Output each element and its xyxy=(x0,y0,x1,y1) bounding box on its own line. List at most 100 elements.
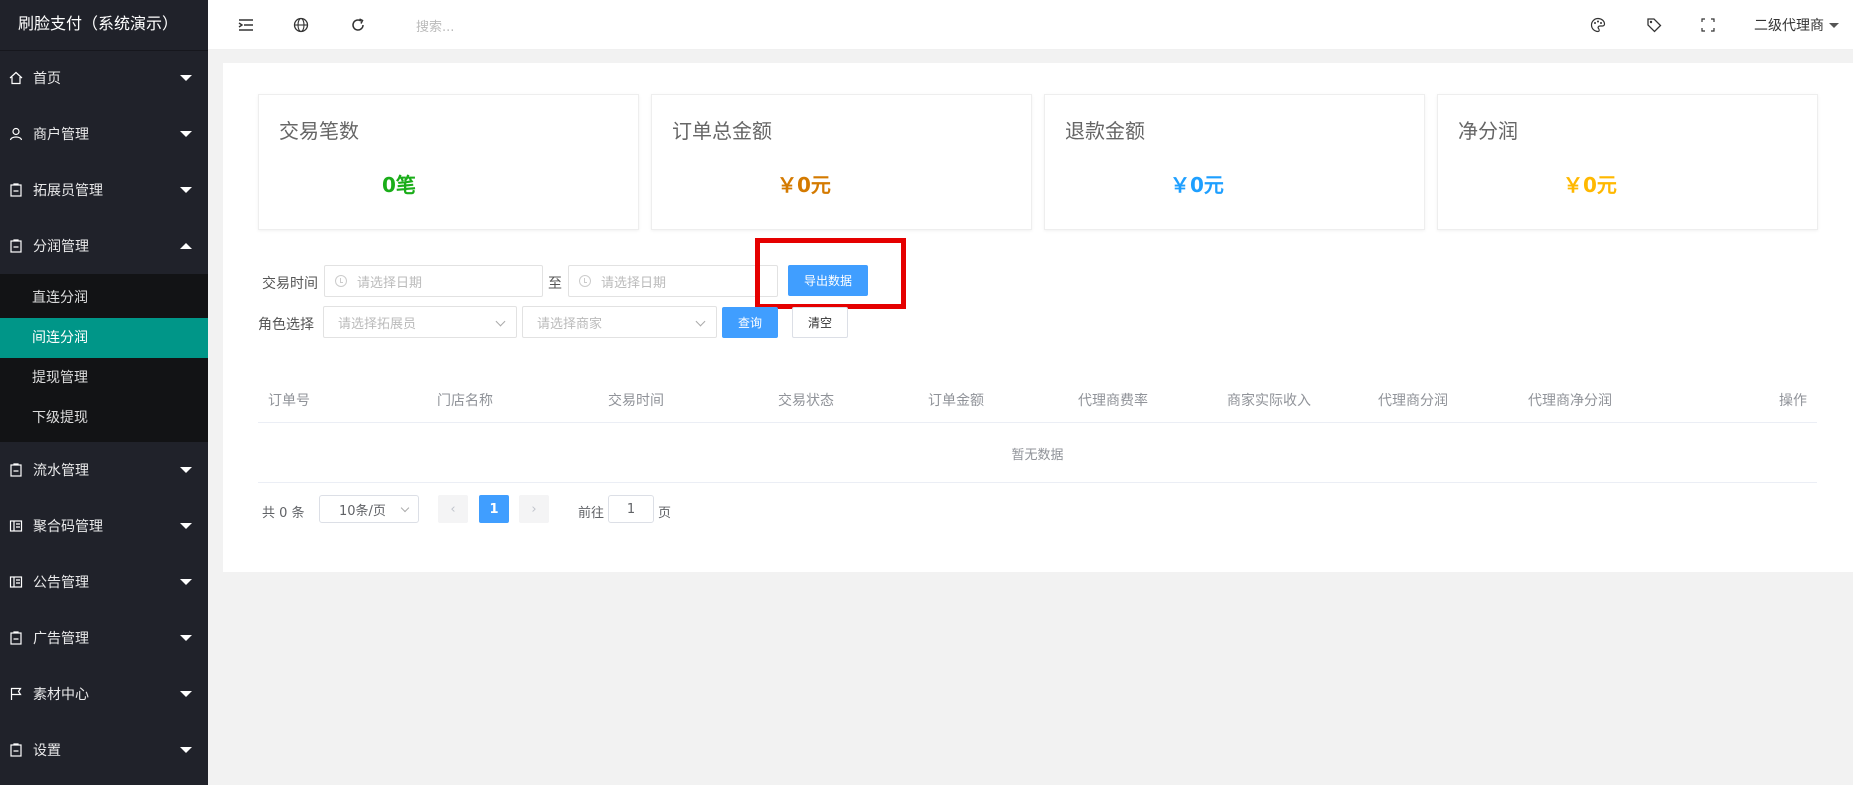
page-size-value: 10条/页 xyxy=(339,503,386,519)
chevron-down-icon xyxy=(180,75,192,81)
sidebar-subitem-direct-profit[interactable]: 直连分润 xyxy=(0,278,208,318)
sidebar-item-label: 公告管理 xyxy=(33,575,89,591)
stat-title: 订单总金额 xyxy=(672,119,772,143)
clipboard-icon xyxy=(8,742,24,758)
stat-title: 退款金额 xyxy=(1065,119,1145,143)
user-name: 二级代理商 xyxy=(1754,18,1824,34)
column-header: 订单号 xyxy=(268,393,310,409)
clock-icon xyxy=(579,275,591,287)
sidebar-subitem-indirect-profit[interactable]: 间连分润 xyxy=(0,318,208,358)
menu-collapse-icon[interactable] xyxy=(236,15,256,35)
sidebar-subitem-sub-withdraw[interactable]: 下级提现 xyxy=(0,398,208,438)
table-empty-state: 暂无数据 xyxy=(258,424,1817,483)
expander-select[interactable]: 请选择拓展员 xyxy=(323,306,517,338)
column-header: 交易时间 xyxy=(608,393,664,409)
grid-icon xyxy=(8,518,24,534)
goto-page-input[interactable]: 1 xyxy=(608,495,654,523)
end-date-input[interactable]: 请选择日期 xyxy=(568,265,778,297)
flag-icon xyxy=(8,686,24,702)
sidebar-item-label: 聚合码管理 xyxy=(33,519,103,535)
sidebar-item-label: 商户管理 xyxy=(33,127,89,143)
sidebar-item-label: 首页 xyxy=(33,71,61,87)
prev-page-button[interactable]: ‹ xyxy=(438,495,468,523)
column-header: 商家实际收入 xyxy=(1227,393,1311,409)
sidebar-item-aggregate-code[interactable]: 聚合码管理 xyxy=(0,498,208,554)
stat-value: ￥0元 xyxy=(777,173,831,197)
highlight-annotation xyxy=(755,238,906,309)
home-icon xyxy=(8,70,24,86)
chevron-down-icon xyxy=(180,635,192,641)
table-header: 订单号 门店名称 交易时间 交易状态 订单金额 代理商费率 商家实际收入 代理商… xyxy=(258,375,1817,423)
page-size-select[interactable]: 10条/页 xyxy=(319,495,419,523)
top-header: 搜索... 二级代理商 xyxy=(208,0,1853,50)
chevron-down-icon xyxy=(695,316,706,327)
page-number-1[interactable]: 1 xyxy=(479,495,509,523)
page-suffix: 页 xyxy=(658,506,672,521)
sidebar-item-label: 广告管理 xyxy=(33,631,89,647)
chevron-down-icon xyxy=(180,691,192,697)
profit-sharing-submenu: 直连分润 间连分润 提现管理 下级提现 xyxy=(0,274,208,442)
clipboard-icon xyxy=(8,462,24,478)
refresh-icon[interactable] xyxy=(348,15,368,35)
user-menu[interactable]: 二级代理商 xyxy=(1754,15,1839,35)
sidebar-item-label: 拓展员管理 xyxy=(33,183,103,199)
sidebar-item-expander[interactable]: 拓展员管理 xyxy=(0,162,208,218)
sidebar-item-merchant[interactable]: 商户管理 xyxy=(0,106,208,162)
caret-down-icon xyxy=(1829,22,1839,28)
stat-title: 交易笔数 xyxy=(279,119,359,143)
sidebar-item-materials[interactable]: 素材中心 xyxy=(0,666,208,722)
sidebar-item-label: 分润管理 xyxy=(33,239,89,255)
date-placeholder: 请选择日期 xyxy=(601,275,667,291)
column-header: 操作 xyxy=(1779,393,1807,409)
chevron-down-icon xyxy=(180,747,192,753)
sidebar-item-flow[interactable]: 流水管理 xyxy=(0,442,208,498)
merchant-select[interactable]: 请选择商家 xyxy=(522,306,717,338)
stat-value: 0笔 xyxy=(382,173,416,197)
user-icon xyxy=(8,126,24,142)
goto-label: 前往 xyxy=(578,506,605,521)
clock-icon xyxy=(335,275,347,287)
chevron-down-icon xyxy=(180,523,192,529)
sidebar-item-ads[interactable]: 广告管理 xyxy=(0,610,208,666)
pagination-total: 共 0 条 xyxy=(262,506,305,521)
chevron-down-icon xyxy=(400,503,410,513)
globe-icon[interactable] xyxy=(291,15,311,35)
chevron-down-icon xyxy=(180,467,192,473)
stat-card-refund: 退款金额 ￥0元 xyxy=(1044,94,1425,230)
column-header: 门店名称 xyxy=(437,393,493,409)
chevron-down-icon xyxy=(180,187,192,193)
stat-card-net-profit: 净分润 ￥0元 xyxy=(1437,94,1818,230)
sidebar-item-home[interactable]: 首页 xyxy=(0,50,208,106)
stat-title: 净分润 xyxy=(1458,119,1518,143)
fullscreen-icon[interactable] xyxy=(1698,15,1718,35)
time-label: 交易时间 xyxy=(262,276,318,292)
query-button[interactable]: 查询 xyxy=(722,307,778,338)
chevron-left-icon: ‹ xyxy=(450,501,456,517)
chevron-down-icon xyxy=(495,316,506,327)
chevron-right-icon: › xyxy=(531,501,537,517)
sidebar-item-label: 流水管理 xyxy=(33,463,89,479)
stat-value: ￥0元 xyxy=(1170,173,1224,197)
chevron-up-icon xyxy=(180,243,192,249)
start-date-input[interactable]: 请选择日期 xyxy=(324,265,543,297)
search-input[interactable]: 搜索... xyxy=(416,16,454,35)
clipboard-icon xyxy=(8,182,24,198)
sidebar-item-settings[interactable]: 设置 xyxy=(0,722,208,778)
stat-value: ￥0元 xyxy=(1563,173,1617,197)
date-placeholder: 请选择日期 xyxy=(357,275,423,291)
column-header: 代理商费率 xyxy=(1078,393,1148,409)
sidebar-item-label: 素材中心 xyxy=(33,687,89,703)
column-header: 代理商分润 xyxy=(1378,393,1448,409)
grid-icon xyxy=(8,574,24,590)
tag-icon[interactable] xyxy=(1644,15,1664,35)
to-label: 至 xyxy=(548,276,562,292)
chevron-down-icon xyxy=(180,131,192,137)
sidebar-item-announcement[interactable]: 公告管理 xyxy=(0,554,208,610)
next-page-button[interactable]: › xyxy=(519,495,549,523)
sidebar-item-profit-sharing[interactable]: 分润管理 xyxy=(0,218,208,274)
sidebar-subitem-withdraw-manage[interactable]: 提现管理 xyxy=(0,358,208,398)
sidebar-item-label: 设置 xyxy=(33,743,61,759)
clear-button[interactable]: 清空 xyxy=(792,307,848,338)
stat-card-transactions: 交易笔数 0笔 xyxy=(258,94,639,230)
palette-icon[interactable] xyxy=(1588,15,1608,35)
